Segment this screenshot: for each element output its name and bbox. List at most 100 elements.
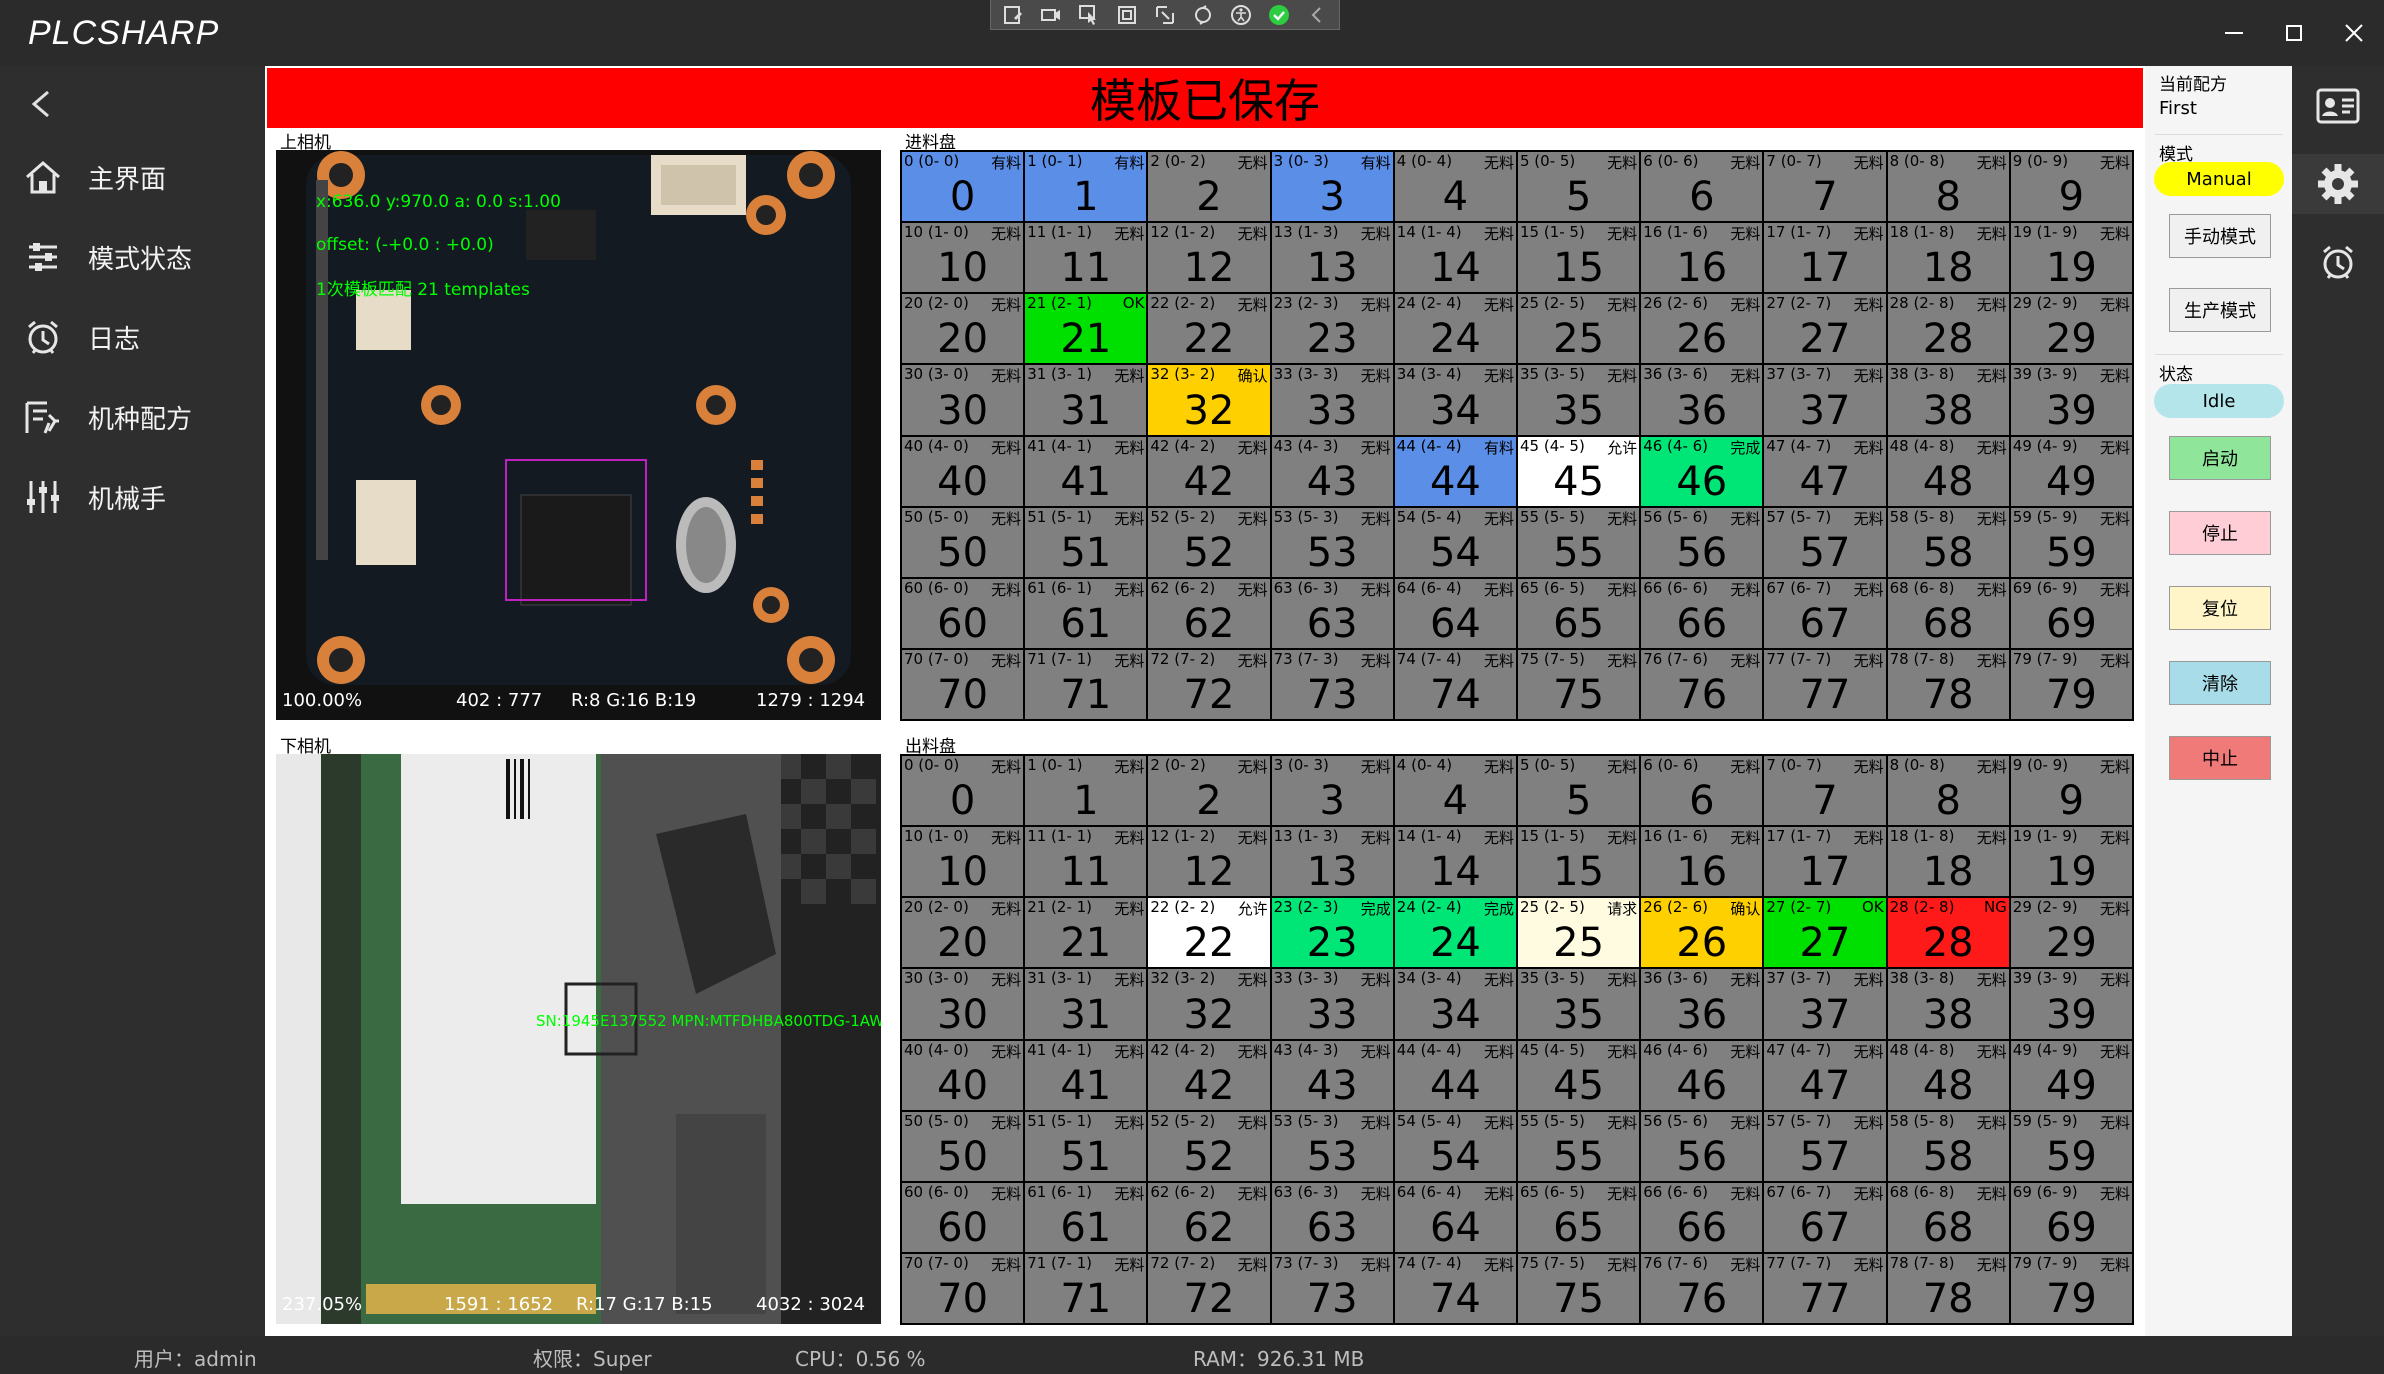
tray-cell[interactable]: 51 (5- 1) 无料 51	[1025, 1111, 1147, 1181]
tray-cell[interactable]: 0 (0- 0) 有料 0	[902, 152, 1024, 222]
tray-cell[interactable]: 36 (3- 6) 无料 36	[1641, 365, 1763, 435]
tray-cell[interactable]: 37 (3- 7) 无料 37	[1764, 969, 1886, 1039]
tray-cell[interactable]: 8 (0- 8) 无料 8	[1887, 756, 2009, 826]
tray-cell[interactable]: 73 (7- 3) 无料 73	[1271, 649, 1393, 719]
tray-cell[interactable]: 58 (5- 8) 无料 58	[1887, 507, 2009, 577]
tray-cell[interactable]: 48 (4- 8) 无料 48	[1887, 436, 2009, 506]
tray-cell[interactable]: 15 (1- 5) 无料 15	[1517, 223, 1640, 293]
tray-cell[interactable]: 64 (6- 4) 无料 64	[1394, 578, 1516, 648]
back-arrow-icon[interactable]	[22, 84, 62, 124]
tray-cell[interactable]: 51 (5- 1) 无料 51	[1025, 507, 1147, 577]
tray-cell[interactable]: 28 (2- 8) 无料 28	[1887, 294, 2009, 364]
manual-mode-button[interactable]: 手动模式	[2169, 214, 2271, 258]
tray-cell[interactable]: 44 (4- 4) 有料 44	[1394, 436, 1516, 506]
tray-cell[interactable]: 8 (0- 8) 无料 8	[1887, 152, 2009, 222]
tray-cell[interactable]: 44 (4- 4) 无料 44	[1394, 1040, 1516, 1110]
tray-cell[interactable]: 79 (7- 9) 无料 79	[2010, 1253, 2132, 1323]
tray-cell[interactable]: 33 (3- 3) 无料 33	[1271, 969, 1393, 1039]
tray-cell[interactable]: 15 (1- 5) 无料 15	[1517, 827, 1640, 897]
tray-cell[interactable]: 61 (6- 1) 无料 61	[1025, 578, 1147, 648]
tray-cell[interactable]: 24 (2- 4) 无料 24	[1394, 294, 1516, 364]
tray-cell[interactable]: 59 (5- 9) 无料 59	[2010, 507, 2132, 577]
tray-cell[interactable]: 3 (0- 3) 无料 3	[1271, 756, 1393, 826]
tray-cell[interactable]: 26 (2- 6) 无料 26	[1641, 294, 1763, 364]
tray-cell[interactable]: 27 (2- 7) OK 27	[1764, 898, 1886, 968]
tray-cell[interactable]: 28 (2- 8) NG 28	[1887, 898, 2009, 968]
tray-cell[interactable]: 50 (5- 0) 无料 50	[902, 507, 1024, 577]
pointer-select-icon[interactable]	[1077, 3, 1101, 27]
tray-cell[interactable]: 63 (6- 3) 无料 63	[1271, 578, 1393, 648]
tray-cell[interactable]: 78 (7- 8) 无料 78	[1887, 649, 2009, 719]
tray-cell[interactable]: 74 (7- 4) 无料 74	[1394, 1253, 1516, 1323]
tray-cell[interactable]: 49 (4- 9) 无料 49	[2010, 436, 2132, 506]
tray-cell[interactable]: 10 (1- 0) 无料 10	[902, 223, 1024, 293]
tray-cell[interactable]: 31 (3- 1) 无料 31	[1025, 969, 1147, 1039]
sidebar-item-recipe[interactable]: 机种配方	[0, 382, 265, 452]
tray-cell[interactable]: 41 (4- 1) 无料 41	[1025, 436, 1147, 506]
tray-cell[interactable]: 39 (3- 9) 无料 39	[2010, 969, 2132, 1039]
tray-cell[interactable]: 14 (1- 4) 无料 14	[1394, 827, 1516, 897]
tray-cell[interactable]: 58 (5- 8) 无料 58	[1887, 1111, 2009, 1181]
tray-cell[interactable]: 21 (2- 1) 无料 21	[1025, 898, 1147, 968]
user-card-icon[interactable]	[2308, 76, 2368, 136]
check-circle-icon[interactable]	[1267, 3, 1291, 27]
tray-cell[interactable]: 35 (3- 5) 无料 35	[1517, 969, 1640, 1039]
tray-cell[interactable]: 11 (1- 1) 无料 11	[1025, 223, 1147, 293]
tray-cell[interactable]: 14 (1- 4) 无料 14	[1394, 223, 1516, 293]
tray-cell[interactable]: 38 (3- 8) 无料 38	[1887, 969, 2009, 1039]
tray-cell[interactable]: 35 (3- 5) 无料 35	[1517, 365, 1640, 435]
tray-cell[interactable]: 29 (2- 9) 无料 29	[2010, 898, 2132, 968]
image-edit-icon[interactable]	[1001, 3, 1025, 27]
tray-cell[interactable]: 34 (3- 4) 无料 34	[1394, 969, 1516, 1039]
tray-cell[interactable]: 12 (1- 2) 无料 12	[1148, 827, 1270, 897]
tray-cell[interactable]: 53 (5- 3) 无料 53	[1271, 1111, 1393, 1181]
tray-cell[interactable]: 40 (4- 0) 无料 40	[902, 436, 1024, 506]
lower-camera-view[interactable]: SN:1945E137552 MPN:MTFDHBA800TDG-1AW1 23…	[276, 754, 881, 1324]
tray-cell[interactable]: 49 (4- 9) 无料 49	[2010, 1040, 2132, 1110]
video-camera-icon[interactable]	[1039, 3, 1063, 27]
tray-cell[interactable]: 54 (5- 4) 无料 54	[1394, 507, 1516, 577]
accessibility-icon[interactable]	[1229, 3, 1253, 27]
tray-cell[interactable]: 31 (3- 1) 无料 31	[1025, 365, 1147, 435]
tray-cell[interactable]: 13 (1- 3) 无料 13	[1271, 827, 1393, 897]
tray-cell[interactable]: 47 (4- 7) 无料 47	[1764, 1040, 1886, 1110]
tray-cell[interactable]: 1 (0- 1) 有料 1	[1025, 152, 1147, 222]
alarm-clock-icon[interactable]	[2308, 232, 2368, 292]
tray-cell[interactable]: 7 (0- 7) 无料 7	[1764, 756, 1886, 826]
tray-cell[interactable]: 16 (1- 6) 无料 16	[1641, 223, 1763, 293]
tray-cell[interactable]: 2 (0- 2) 无料 2	[1148, 152, 1270, 222]
tray-cell[interactable]: 46 (4- 6) 完成 46	[1641, 436, 1763, 506]
tray-cell[interactable]: 10 (1- 0) 无料 10	[902, 827, 1024, 897]
tray-cell[interactable]: 30 (3- 0) 无料 30	[902, 365, 1024, 435]
tray-cell[interactable]: 59 (5- 9) 无料 59	[2010, 1111, 2132, 1181]
sidebar-item-home[interactable]: 主界面	[0, 142, 265, 212]
tray-cell[interactable]: 6 (0- 6) 无料 6	[1641, 152, 1763, 222]
tray-cell[interactable]: 78 (7- 8) 无料 78	[1887, 1253, 2009, 1323]
tray-cell[interactable]: 65 (6- 5) 无料 65	[1517, 1182, 1640, 1252]
upper-camera-view[interactable]: x:636.0 y:970.0 a: 0.0 s:1.00 offset: (-…	[276, 150, 881, 720]
tray-cell[interactable]: 70 (7- 0) 无料 70	[902, 649, 1024, 719]
sidebar-item-robot[interactable]: 机械手	[0, 462, 265, 532]
tray-cell[interactable]: 40 (4- 0) 无料 40	[902, 1040, 1024, 1110]
tray-cell[interactable]: 76 (7- 6) 无料 76	[1641, 649, 1763, 719]
tray-cell[interactable]: 19 (1- 9) 无料 19	[2010, 827, 2132, 897]
tray-cell[interactable]: 74 (7- 4) 无料 74	[1394, 649, 1516, 719]
tray-cell[interactable]: 45 (4- 5) 允许 45	[1517, 436, 1640, 506]
tray-cell[interactable]: 69 (6- 9) 无料 69	[2010, 1182, 2132, 1252]
tray-cell[interactable]: 55 (5- 5) 无料 55	[1517, 1111, 1640, 1181]
production-mode-button[interactable]: 生产模式	[2169, 288, 2271, 332]
tray-cell[interactable]: 75 (7- 5) 无料 75	[1517, 1253, 1640, 1323]
tray-cell[interactable]: 67 (6- 7) 无料 67	[1764, 1182, 1886, 1252]
tray-cell[interactable]: 71 (7- 1) 无料 71	[1025, 649, 1147, 719]
tray-cell[interactable]: 66 (6- 6) 无料 66	[1641, 1182, 1763, 1252]
tray-cell[interactable]: 20 (2- 0) 无料 20	[902, 294, 1024, 364]
tray-cell[interactable]: 56 (5- 6) 无料 56	[1641, 507, 1763, 577]
tray-cell[interactable]: 50 (5- 0) 无料 50	[902, 1111, 1024, 1181]
tray-cell[interactable]: 62 (6- 2) 无料 62	[1148, 1182, 1270, 1252]
tray-cell[interactable]: 12 (1- 2) 无料 12	[1148, 223, 1270, 293]
abort-button[interactable]: 中止	[2169, 736, 2271, 780]
tray-cell[interactable]: 60 (6- 0) 无料 60	[902, 578, 1024, 648]
tray-cell[interactable]: 47 (4- 7) 无料 47	[1764, 436, 1886, 506]
tray-cell[interactable]: 5 (0- 5) 无料 5	[1517, 152, 1640, 222]
stop-button[interactable]: 停止	[2169, 511, 2271, 555]
